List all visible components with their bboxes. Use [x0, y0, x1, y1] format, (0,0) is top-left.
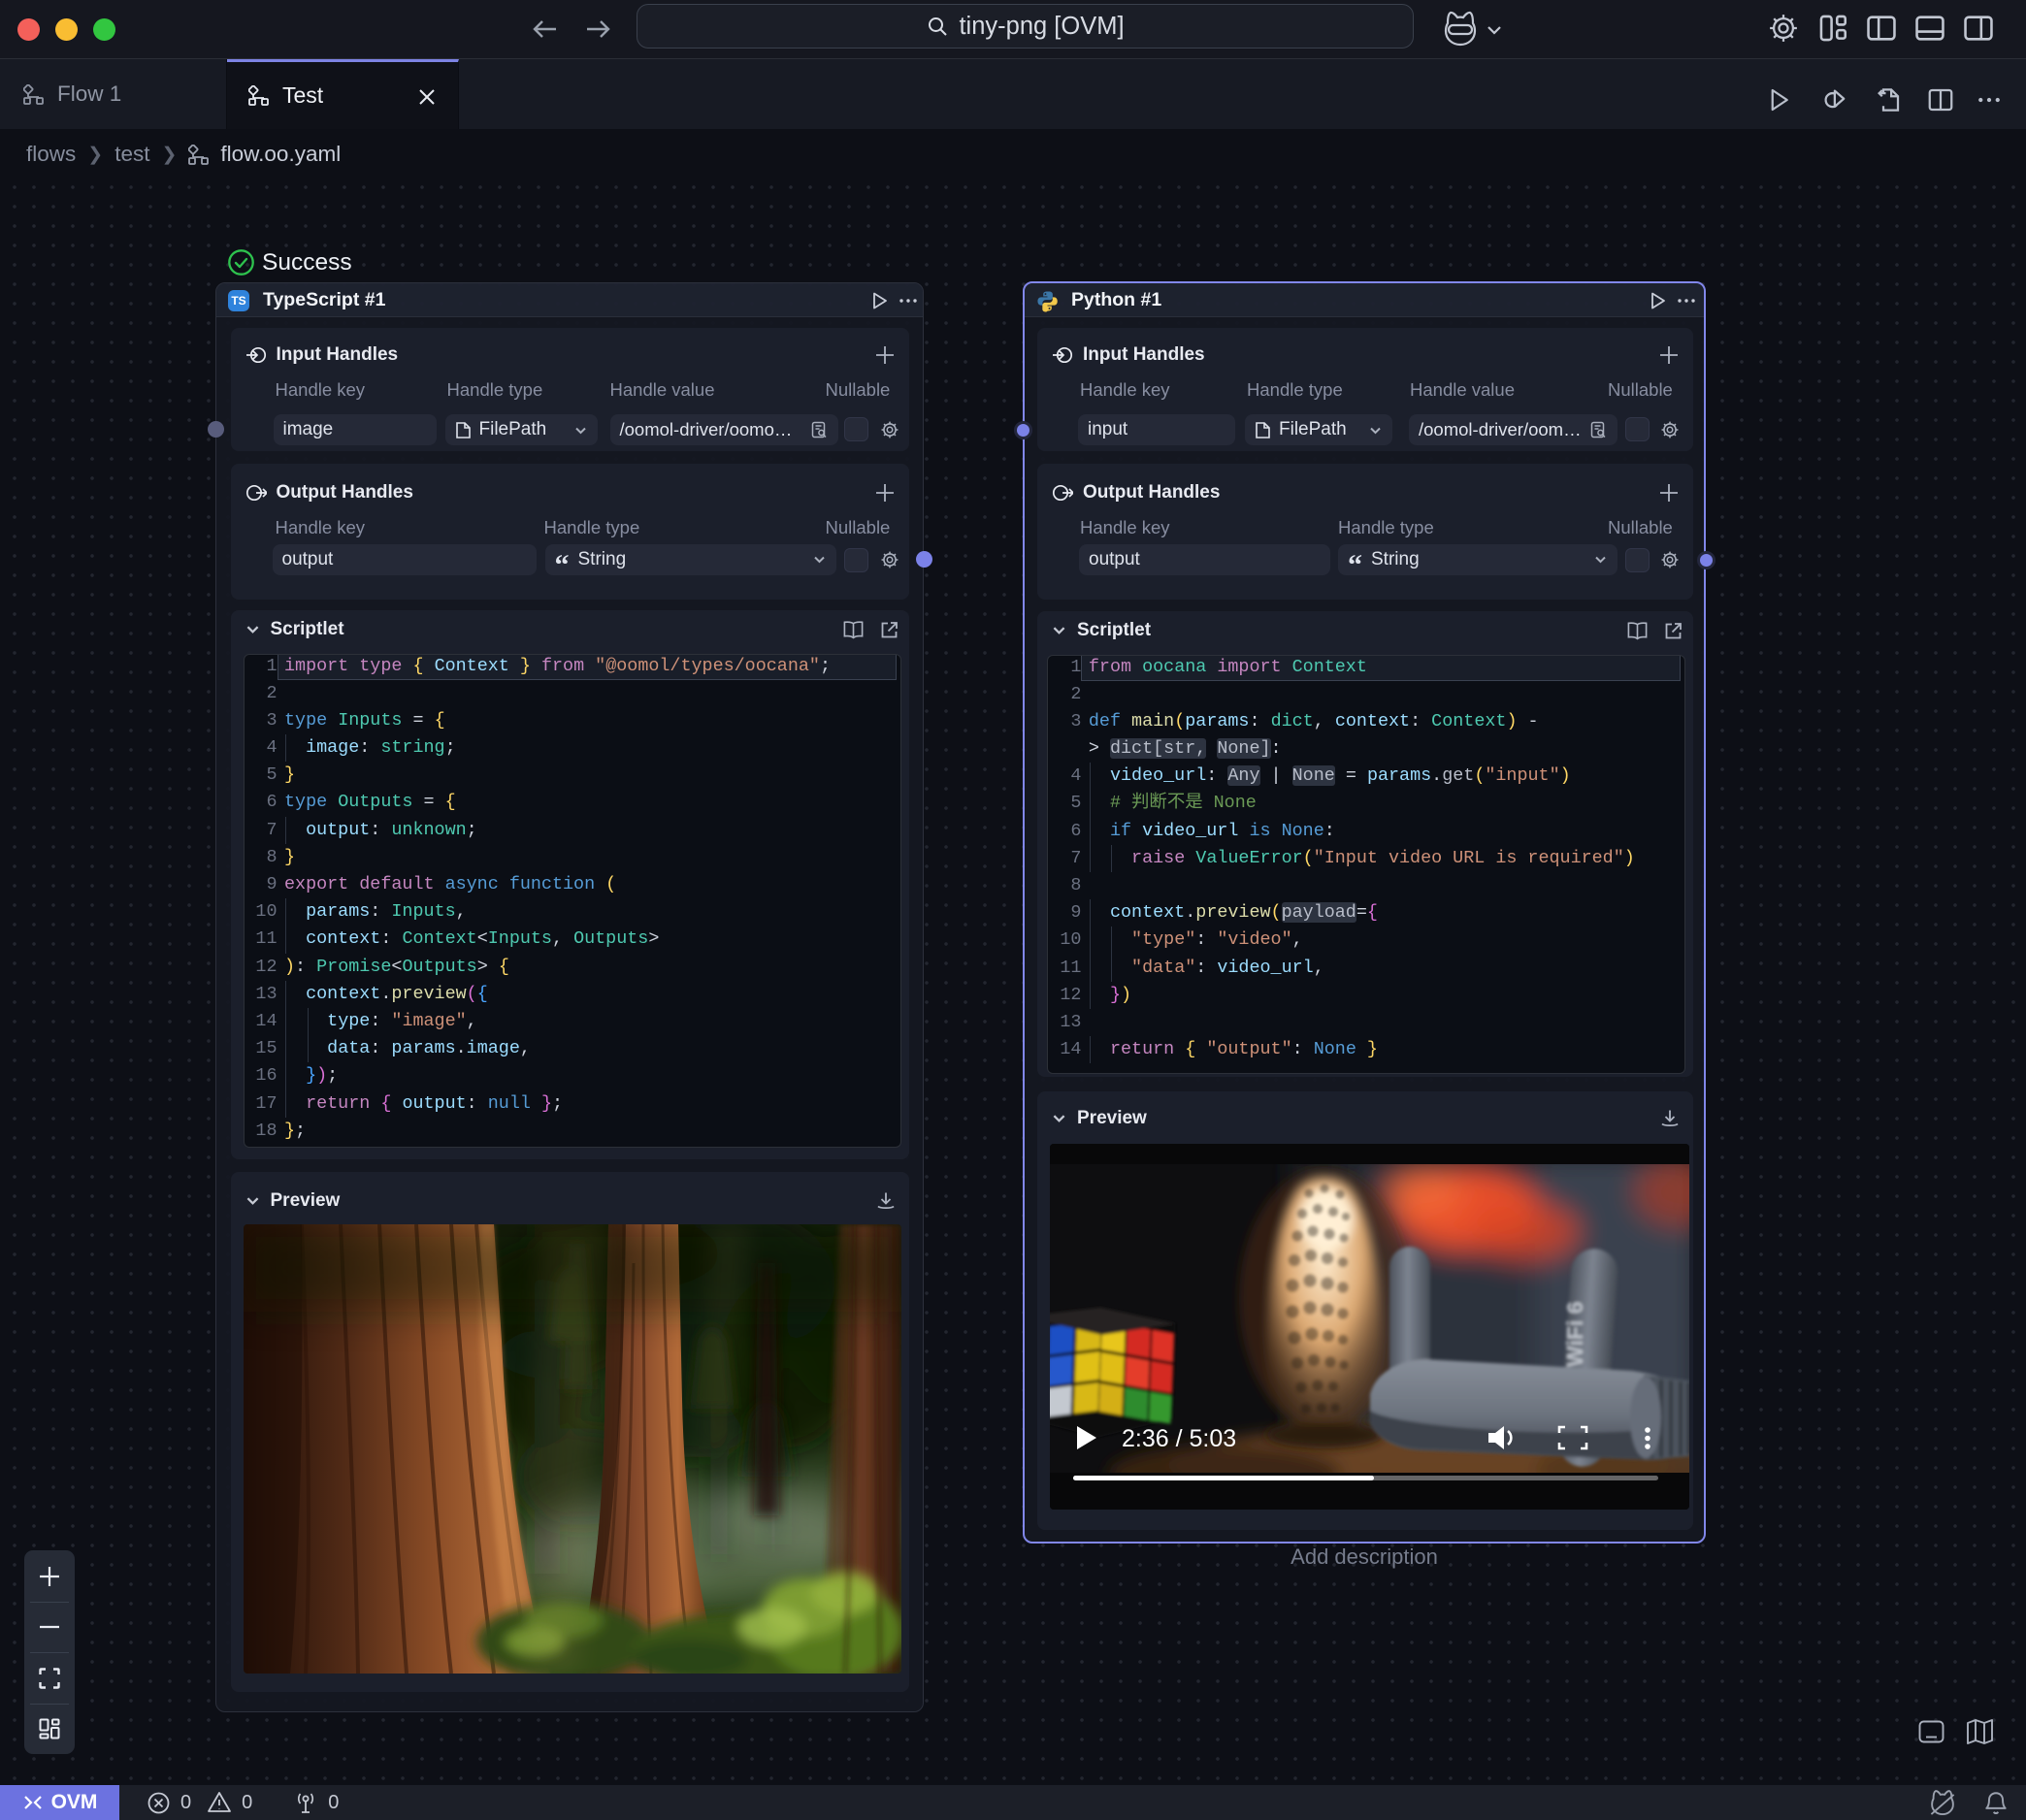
svg-text:2:36 / 5:03: 2:36 / 5:03	[1122, 1425, 1236, 1452]
svg-text:WiFi 6: WiFi 6	[1562, 1302, 1587, 1368]
